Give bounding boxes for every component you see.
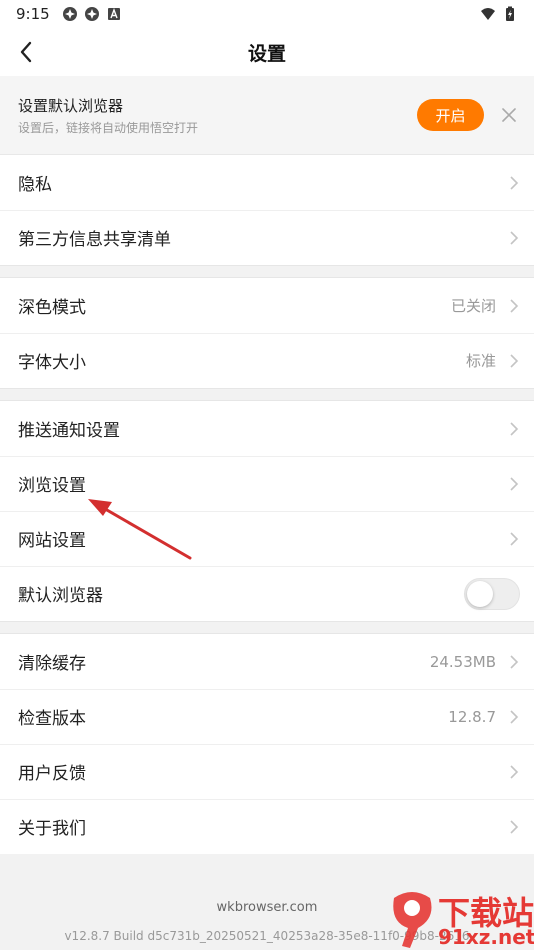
status-bar: 9:15	[0, 0, 534, 28]
row-value: 标准	[465, 352, 496, 370]
group-divider	[0, 621, 534, 634]
settings-group-display: 深色模式 已关闭 字体大小 标准	[0, 278, 534, 388]
row-label: 网站设置	[18, 531, 86, 551]
group-divider	[0, 388, 534, 401]
battery-icon	[506, 6, 514, 21]
settings-row-site-settings[interactable]: 网站设置	[0, 511, 534, 566]
settings-row-push-notifications[interactable]: 推送通知设置	[0, 401, 534, 456]
row-label: 深色模式	[18, 298, 86, 318]
watermark-domain: 91xz.net	[438, 925, 534, 949]
back-button[interactable]	[12, 38, 40, 66]
group-divider	[0, 265, 534, 278]
row-label: 第三方信息共享清单	[18, 230, 171, 250]
font-icon	[107, 8, 120, 20]
row-label: 字体大小	[18, 353, 86, 373]
default-browser-banner: 设置默认浏览器 设置后，链接将自动使用悟空打开 开启	[0, 76, 534, 155]
settings-row-feedback[interactable]: 用户反馈	[0, 744, 534, 799]
chevron-left-icon	[20, 41, 32, 63]
settings-row-clear-cache[interactable]: 清除缓存 24.53MB	[0, 634, 534, 689]
chevron-right-icon	[510, 654, 519, 669]
chevron-right-icon	[510, 476, 519, 491]
row-label: 清除缓存	[18, 654, 86, 674]
settings-row-browse-settings[interactable]: 浏览设置	[0, 456, 534, 511]
wifi-icon	[481, 8, 495, 20]
settings-row-font-size[interactable]: 字体大小 标准	[0, 333, 534, 388]
row-label: 隐私	[18, 175, 52, 195]
default-browser-toggle[interactable]	[464, 577, 520, 610]
chevron-right-icon	[510, 298, 519, 313]
chevron-right-icon	[510, 531, 519, 546]
row-label: 用户反馈	[18, 764, 86, 784]
page-title: 设置	[247, 42, 286, 65]
row-label: 检查版本	[18, 709, 86, 729]
settings-row-privacy[interactable]: 隐私	[0, 155, 534, 210]
settings-row-default-browser: 默认浏览器	[0, 566, 534, 621]
chevron-right-icon	[510, 175, 519, 190]
row-label: 关于我们	[18, 819, 86, 839]
settings-group-about: 清除缓存 24.53MB 检查版本 12.8.7 用户反馈 关于我们	[0, 634, 534, 854]
chevron-right-icon	[510, 819, 519, 834]
chevron-right-icon	[510, 353, 519, 368]
row-value: 24.53MB	[429, 652, 496, 671]
status-time: 9:15	[16, 5, 50, 23]
chevron-right-icon	[510, 421, 519, 436]
app-icon	[62, 7, 77, 21]
chevron-right-icon	[510, 709, 519, 724]
status-icons-left	[62, 6, 122, 22]
watermark-logo: 下载站 91xz.net	[388, 888, 534, 950]
row-label: 推送通知设置	[18, 421, 120, 441]
close-icon[interactable]	[500, 106, 518, 124]
chevron-right-icon	[510, 230, 519, 245]
row-value: 已关闭	[450, 297, 496, 315]
row-label: 默认浏览器	[18, 586, 103, 606]
settings-row-third-party-list[interactable]: 第三方信息共享清单	[0, 210, 534, 265]
row-value: 12.8.7	[448, 707, 496, 726]
enable-button[interactable]: 开启	[417, 99, 484, 131]
row-label: 浏览设置	[18, 476, 86, 496]
settings-group-privacy: 隐私 第三方信息共享清单	[0, 155, 534, 265]
settings-row-about-us[interactable]: 关于我们	[0, 799, 534, 854]
status-icons-right	[480, 6, 518, 22]
chevron-right-icon	[510, 764, 519, 779]
settings-row-dark-mode[interactable]: 深色模式 已关闭	[0, 278, 534, 333]
app-header: 设置	[0, 28, 534, 76]
settings-row-check-version[interactable]: 检查版本 12.8.7	[0, 689, 534, 744]
watermark-icon	[393, 892, 432, 948]
settings-group-browsing: 推送通知设置 浏览设置 网站设置 默认浏览器	[0, 401, 534, 621]
app-icon	[84, 7, 99, 21]
toggle-knob	[467, 580, 493, 607]
